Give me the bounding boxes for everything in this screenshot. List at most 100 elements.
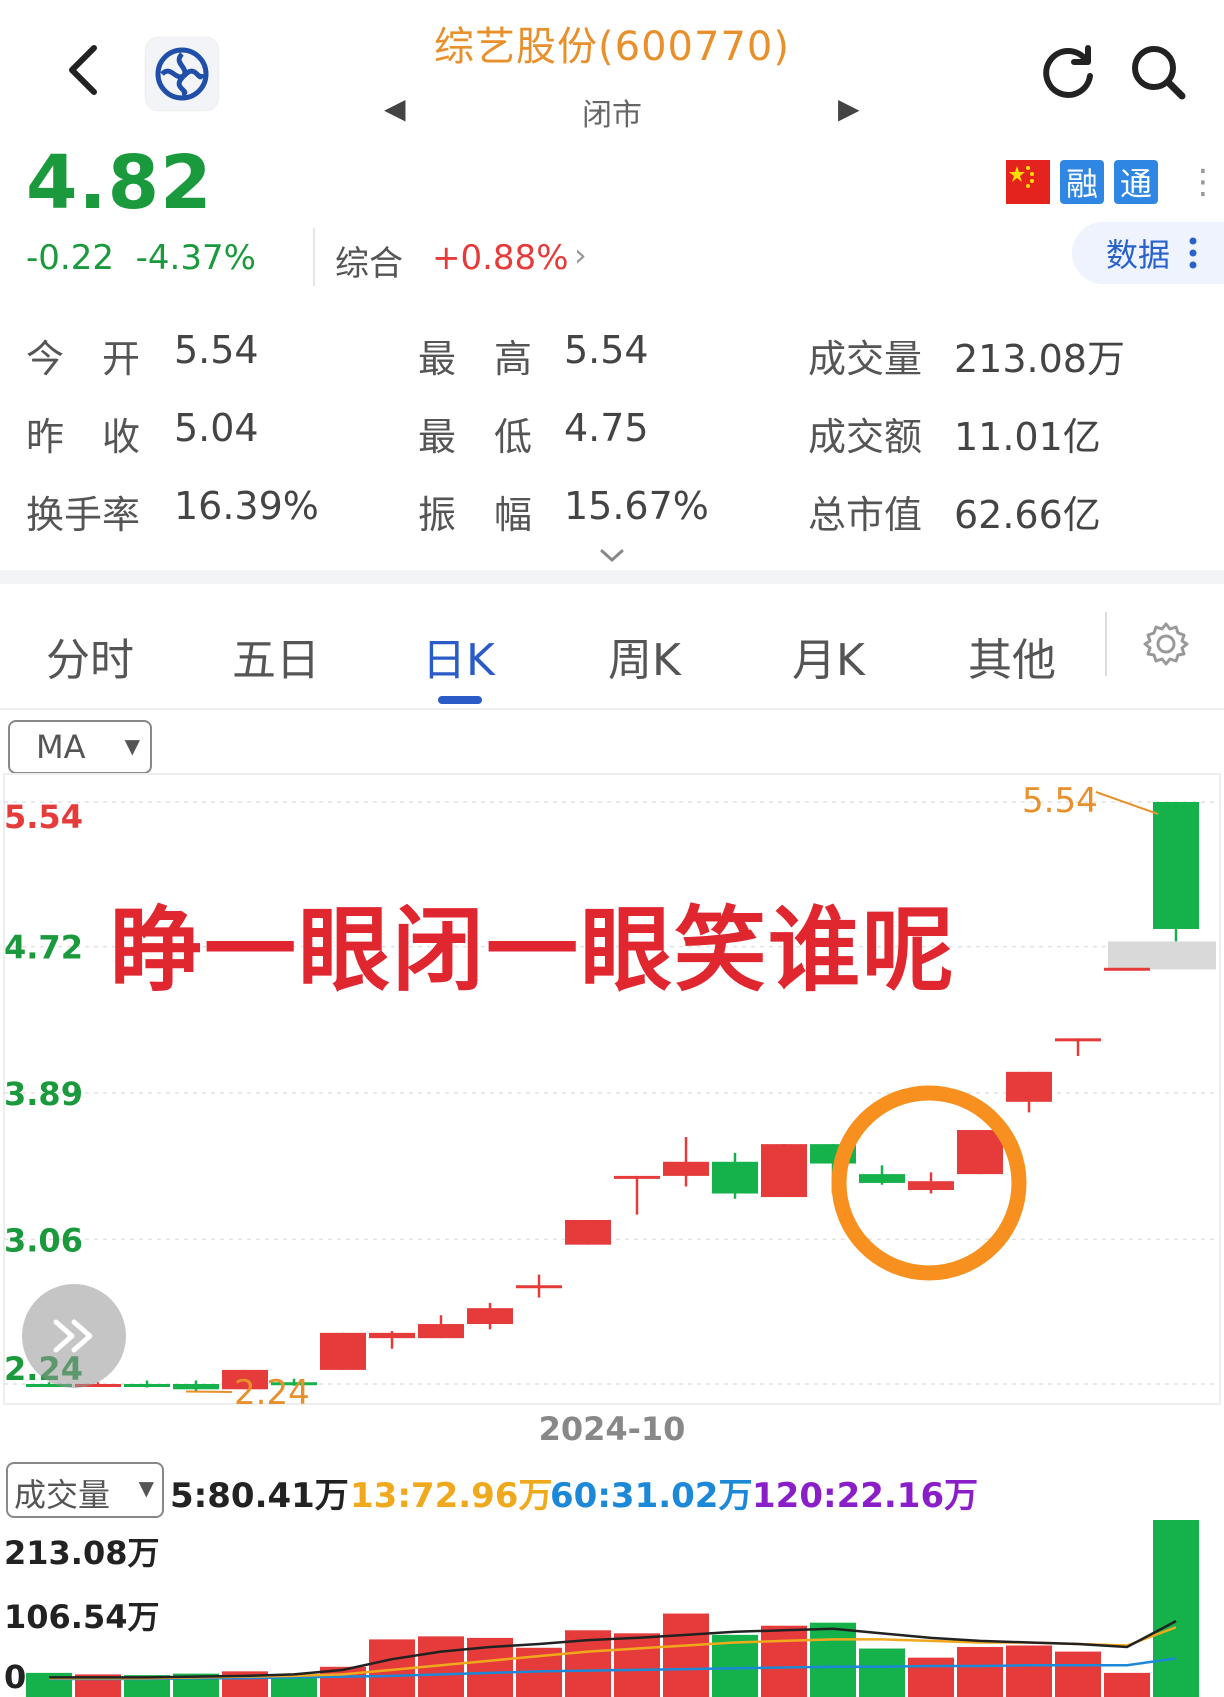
tab-other[interactable]: 其他: [968, 624, 1056, 688]
candle-body: [1153, 802, 1199, 929]
search-icon[interactable]: [1126, 40, 1190, 104]
volume-axis-label: 0: [4, 1658, 26, 1696]
fast-forward-button[interactable]: [22, 1284, 126, 1388]
prev-close-band: [1108, 941, 1216, 970]
refresh-icon[interactable]: [1036, 40, 1100, 104]
y-tick-label: 3.06: [4, 1221, 83, 1259]
stat-value: 213.08万: [954, 337, 1125, 381]
dropdown-arrow-icon: ▼: [124, 734, 140, 758]
volume-bar: [1055, 1651, 1101, 1697]
more-vertical-icon: [1189, 237, 1197, 269]
fast-forward-icon: [53, 1319, 93, 1353]
volume-bar: [1104, 1672, 1150, 1697]
market-badges: 融 通: [1006, 160, 1158, 204]
vol-ma60: 60:31.02万: [550, 1476, 753, 1516]
volume-chart[interactable]: 213.08万 106.54万 0: [0, 1520, 1224, 1697]
active-tab-indicator: [438, 696, 482, 704]
volume-bar: [761, 1625, 807, 1697]
candle-body: [1055, 1038, 1101, 1042]
y-tick-label: 4.72: [4, 929, 83, 967]
low-price-label: 2.24: [234, 1373, 310, 1407]
tab-intraday[interactable]: 分时: [46, 624, 134, 688]
section-divider: [0, 570, 1224, 584]
tab-divider: [1105, 612, 1107, 676]
stat-label: 成交额: [808, 415, 923, 459]
indicator-select[interactable]: MA ▼: [8, 720, 152, 774]
stat-value: 5.54: [564, 328, 649, 372]
high-leader-line: [1095, 791, 1159, 815]
index-label[interactable]: 综合: [335, 236, 403, 285]
stat-label: 成交量: [808, 337, 923, 381]
tab-monthly-k[interactable]: 月K: [792, 624, 865, 688]
stat-label: 换手率: [26, 493, 141, 537]
stat-label: 今 开: [26, 337, 141, 381]
stat-label: 振 幅: [418, 493, 533, 537]
volume-bar: [859, 1648, 905, 1697]
more-vertical-icon[interactable]: ⋮: [1186, 162, 1220, 202]
china-flag-icon: [1006, 160, 1050, 204]
dropdown-arrow-icon: ▼: [138, 1476, 154, 1500]
last-price: 4.82: [26, 140, 213, 226]
candle-body: [1006, 1071, 1052, 1102]
y-tick-label: 5.54: [4, 798, 83, 836]
candle-body: [320, 1332, 366, 1370]
stat-label: 最 高: [418, 337, 533, 381]
candle-body: [369, 1332, 415, 1339]
candle-body: [173, 1384, 219, 1390]
candle-body: [761, 1144, 807, 1198]
tab-five-day[interactable]: 五日: [232, 624, 320, 688]
tab-weekly-k[interactable]: 周K: [608, 624, 681, 688]
candle-body: [712, 1161, 758, 1194]
chevron-right-icon[interactable]: ›: [574, 236, 587, 274]
candle-body: [467, 1308, 513, 1325]
connect-badge[interactable]: 通: [1114, 160, 1158, 204]
candle-body: [124, 1384, 170, 1387]
volume-axis-label: 213.08万: [4, 1534, 160, 1572]
volume-axis-label: 106.54万: [4, 1598, 160, 1636]
stat-value: 11.01亿: [954, 415, 1101, 459]
change-amount: -0.22: [26, 238, 114, 278]
stat-value: 5.54: [174, 328, 259, 372]
stat-value: 4.75: [564, 406, 649, 450]
candlestick-chart[interactable]: 5.544.723.893.062.245.542.24睁一眼闭一眼笑谁呢: [0, 772, 1224, 1407]
price-change: -0.22 -4.37%: [26, 238, 256, 278]
volume-bar: [908, 1657, 954, 1697]
quote-divider: [313, 228, 315, 286]
volume-select-value: 成交量: [14, 1476, 111, 1514]
volume-bar: [614, 1633, 660, 1697]
candle-body: [614, 1175, 660, 1179]
vol-ma5: 5:80.41万: [170, 1476, 349, 1516]
stat-label: 最 低: [418, 415, 533, 459]
volume-indicator-select[interactable]: 成交量 ▼: [6, 1462, 164, 1518]
change-percent: -4.37%: [135, 238, 256, 278]
stat-value: 16.39%: [174, 484, 319, 528]
chevron-down-icon[interactable]: [598, 548, 626, 564]
indicator-select-value: MA: [36, 728, 86, 766]
volume-bar: [810, 1622, 856, 1697]
candle-body: [957, 1130, 1003, 1175]
stat-label: 总市值: [808, 493, 923, 537]
candle-body: [663, 1161, 709, 1176]
overlay-caption: 睁一眼闭一眼笑谁呢: [110, 897, 956, 1004]
y-tick-label: 3.89: [4, 1075, 83, 1113]
margin-badge[interactable]: 融: [1060, 160, 1104, 204]
volume-bar: [663, 1613, 709, 1697]
index-change[interactable]: +0.88%: [432, 238, 569, 278]
volume-bar: [1153, 1520, 1199, 1697]
candle-body: [1104, 967, 1150, 971]
high-price-label: 5.54: [1022, 781, 1098, 821]
gear-icon[interactable]: [1142, 620, 1190, 668]
chart-tabs: 分时 五日 日K 周K 月K 其他: [0, 584, 1224, 710]
candle-body: [859, 1174, 905, 1183]
tab-daily-k[interactable]: 日K: [422, 624, 495, 688]
stat-value: 15.67%: [564, 484, 709, 528]
stat-value: 5.04: [174, 406, 259, 450]
volume-bar: [957, 1647, 1003, 1697]
data-button[interactable]: 数据: [1072, 222, 1224, 284]
volume-bar: [1006, 1645, 1052, 1697]
candle-body: [908, 1181, 954, 1190]
data-button-label: 数据: [1106, 236, 1171, 274]
x-axis-label: 2024-10: [538, 1410, 686, 1448]
vol-ma13: 13:72.96万: [350, 1476, 553, 1516]
candle-body: [418, 1324, 464, 1339]
